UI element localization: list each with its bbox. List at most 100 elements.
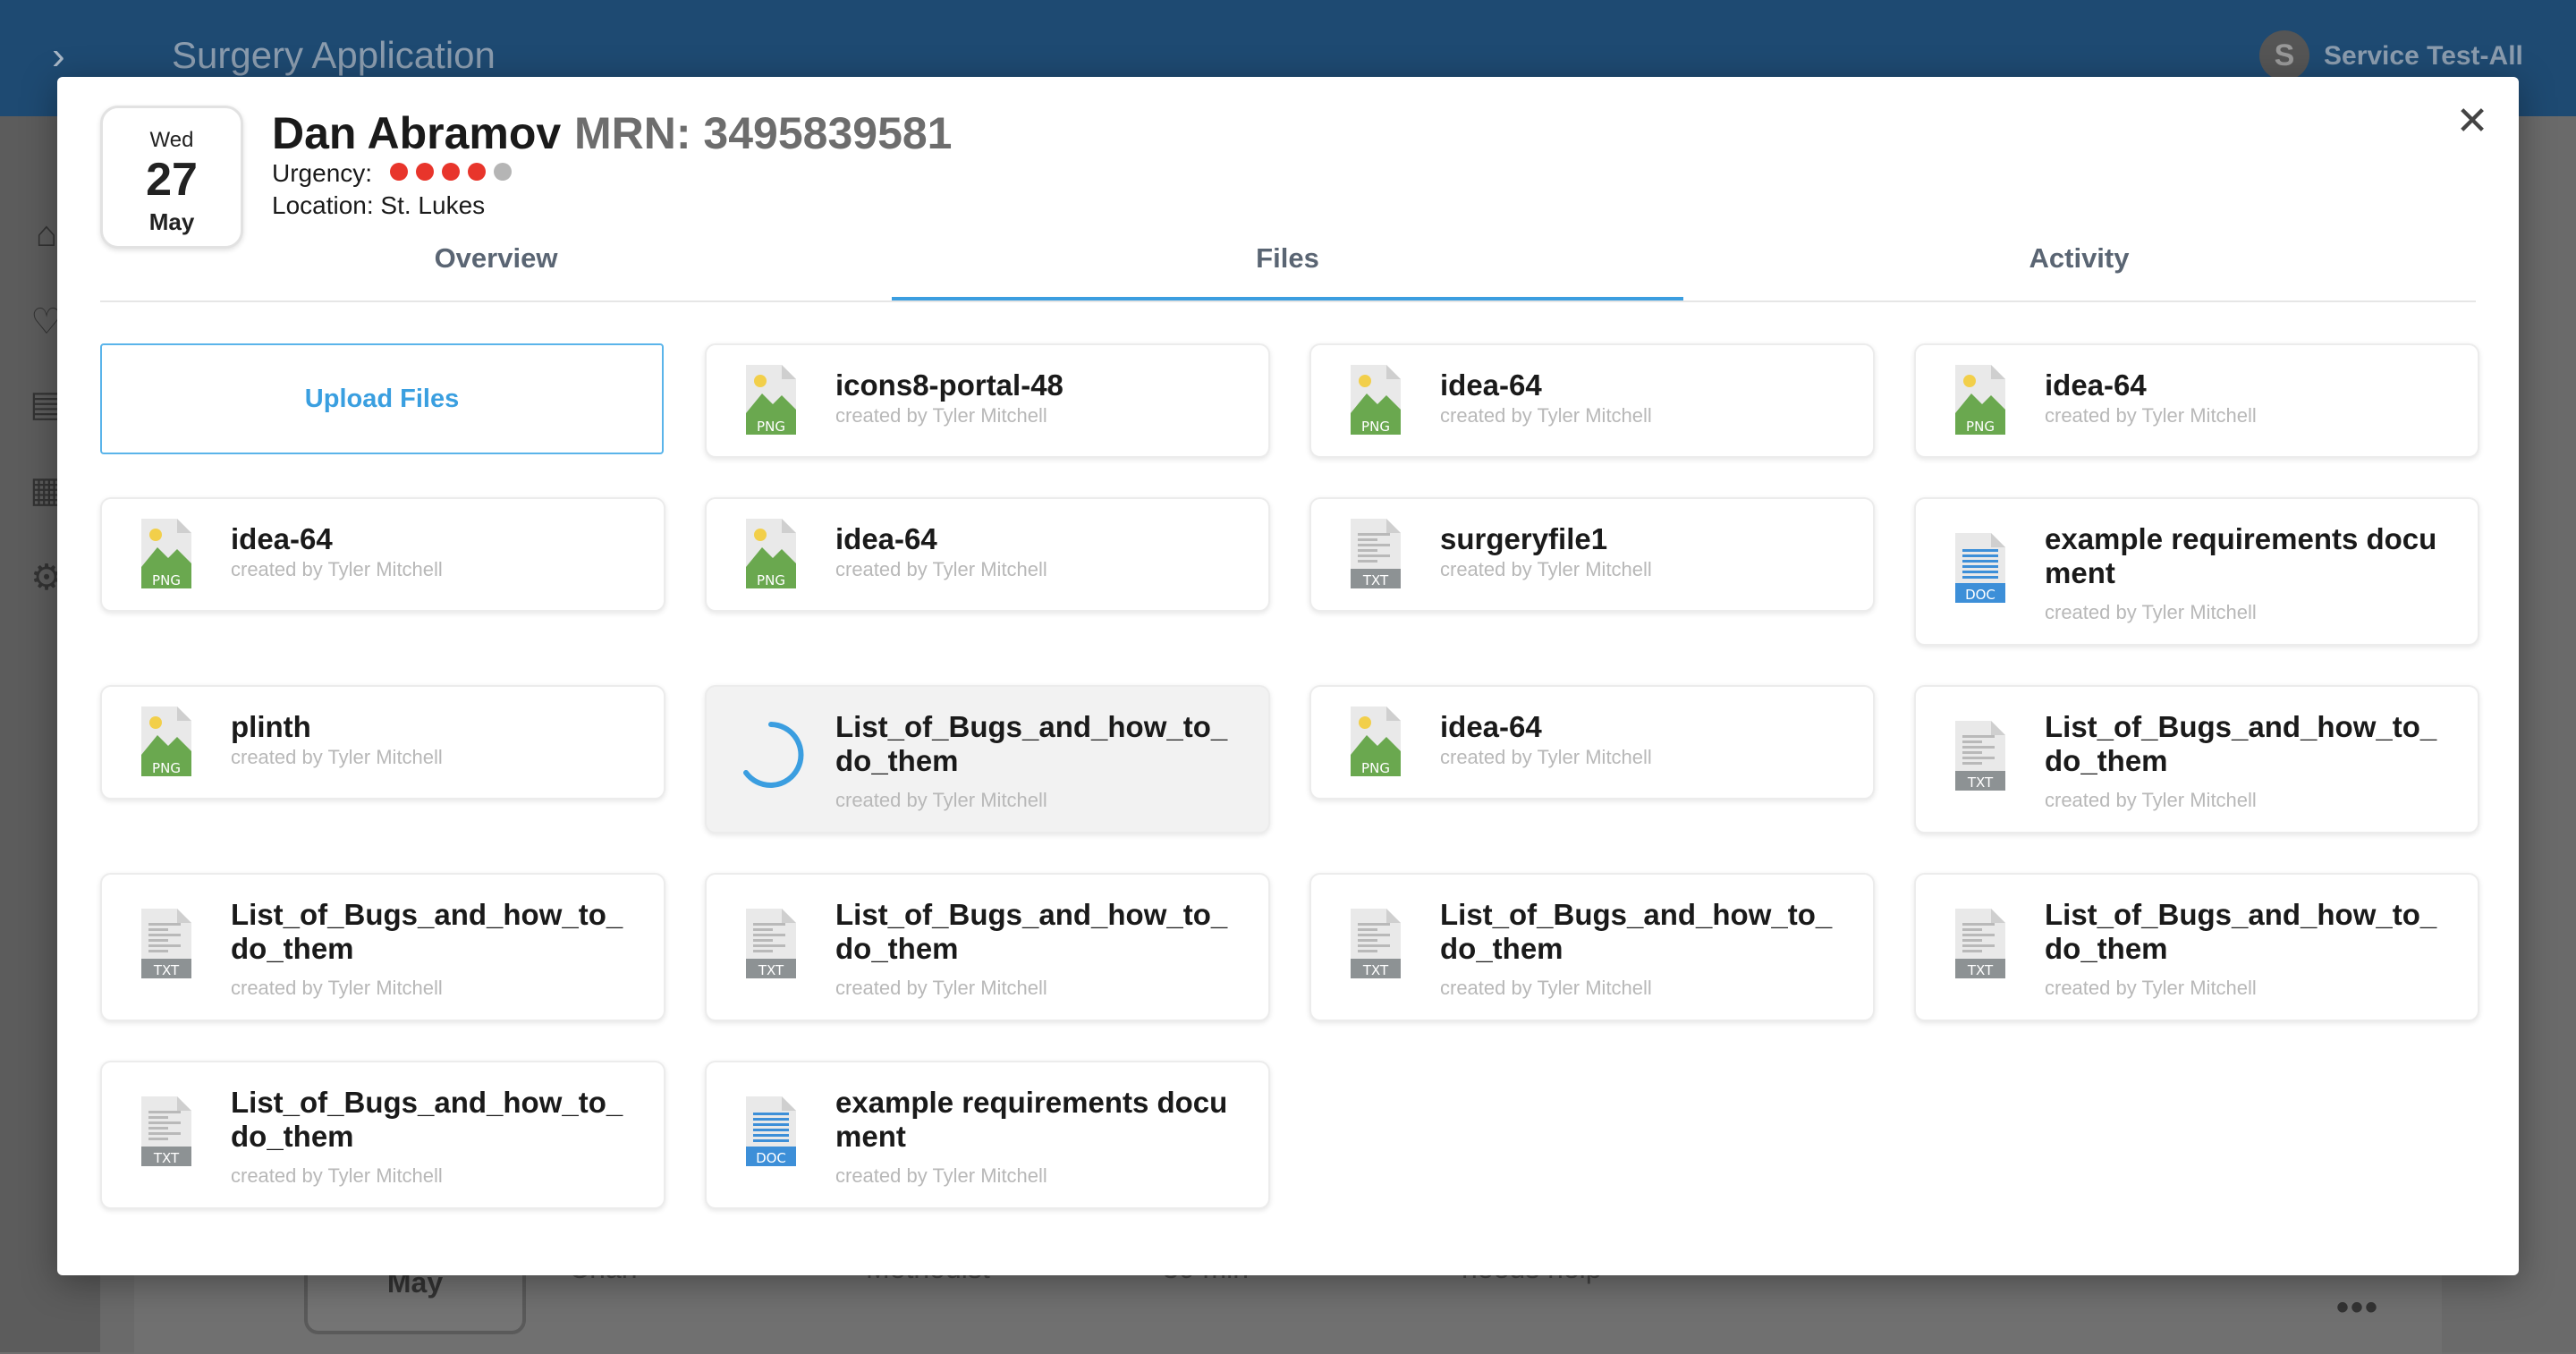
svg-text:TXT: TXT xyxy=(1967,962,1994,978)
file-creator: created by Tyler Mitchell xyxy=(231,558,443,580)
svg-text:PNG: PNG xyxy=(1361,760,1390,776)
svg-text:PNG: PNG xyxy=(757,572,785,588)
file-card[interactable]: PNG idea-64 created by Tyler Mitchell xyxy=(1914,343,2479,458)
svg-text:PNG: PNG xyxy=(152,572,181,588)
txt-file-icon: TXT xyxy=(138,907,195,978)
file-name: surgeryfile1 xyxy=(1440,522,1608,555)
app-title: Surgery Application xyxy=(172,34,496,76)
svg-text:TXT: TXT xyxy=(1967,774,1994,791)
file-name: idea-64 xyxy=(1440,710,1542,743)
urgency-indicator xyxy=(390,163,520,185)
svg-text:TXT: TXT xyxy=(153,1150,180,1166)
patient-name: Dan Abramov xyxy=(272,108,562,158)
loading-spinner-icon xyxy=(735,719,807,791)
surgery-detail-modal: Wed 27 May Dan Abramov MRN: 3495839581 U… xyxy=(57,77,2519,1275)
svg-text:TXT: TXT xyxy=(758,962,784,978)
file-creator: created by Tyler Mitchell xyxy=(231,1164,443,1187)
png-file-icon: PNG xyxy=(1952,363,2009,435)
svg-text:TXT: TXT xyxy=(1362,572,1389,588)
svg-text:DOC: DOC xyxy=(1965,587,1996,603)
file-name: List_of_Bugs_and_how_to_do_them xyxy=(835,710,1228,777)
svg-text:PNG: PNG xyxy=(757,419,785,435)
tab-files[interactable]: Files xyxy=(892,225,1683,300)
urgency-dot-empty xyxy=(494,163,512,181)
svg-text:TXT: TXT xyxy=(153,962,180,978)
file-card[interactable]: DOC example requirements document created … xyxy=(705,1061,1270,1209)
file-creator: created by Tyler Mitchell xyxy=(835,558,1047,580)
file-card[interactable]: DOC example requirements document created … xyxy=(1914,497,2479,646)
user-avatar[interactable]: S xyxy=(2259,30,2309,80)
png-file-icon: PNG xyxy=(1347,363,1404,435)
file-creator: created by Tyler Mitchell xyxy=(835,789,1047,811)
doc-file-icon: DOC xyxy=(1952,531,2009,603)
file-creator: created by Tyler Mitchell xyxy=(2045,601,2257,623)
svg-text:PNG: PNG xyxy=(1361,419,1390,435)
file-name: plinth xyxy=(231,710,311,743)
file-card[interactable]: TXT List_of_Bugs_and_how_to_do_them create… xyxy=(1309,873,1875,1021)
upload-files-button[interactable]: Upload Files xyxy=(100,343,664,454)
svg-text:DOC: DOC xyxy=(756,1150,786,1166)
file-name: idea-64 xyxy=(835,522,937,555)
patient-mrn: MRN: 3495839581 xyxy=(574,108,953,158)
file-name: List_of_Bugs_and_how_to_do_them xyxy=(231,898,623,965)
txt-file-icon: TXT xyxy=(1952,719,2009,791)
file-creator: created by Tyler Mitchell xyxy=(1440,558,1652,580)
file-creator: created by Tyler Mitchell xyxy=(231,746,443,768)
urgency-dot-filled xyxy=(442,163,460,181)
png-file-icon: PNG xyxy=(742,517,800,588)
png-file-icon: PNG xyxy=(138,517,195,588)
txt-file-icon: TXT xyxy=(742,907,800,978)
file-card[interactable]: PNG idea-64 created by Tyler Mitchell xyxy=(1309,343,1875,458)
file-name: List_of_Bugs_and_how_to_do_them xyxy=(2045,710,2437,777)
user-name[interactable]: Service Test-All xyxy=(2324,41,2523,72)
urgency-dot-filled xyxy=(390,163,408,181)
file-creator: created by Tyler Mitchell xyxy=(1440,404,1652,427)
txt-file-icon: TXT xyxy=(1347,907,1404,978)
file-card[interactable]: TXT List_of_Bugs_and_how_to_do_them create… xyxy=(705,873,1270,1021)
file-creator: created by Tyler Mitchell xyxy=(835,404,1047,427)
urgency-dot-filled xyxy=(416,163,434,181)
patient-location: Location: St. Lukes xyxy=(272,191,486,219)
file-name: List_of_Bugs_and_how_to_do_them xyxy=(2045,898,2437,965)
file-card[interactable]: PNG idea-64 created by Tyler Mitchell xyxy=(705,497,1270,612)
txt-file-icon: TXT xyxy=(1952,907,2009,978)
svg-text:TXT: TXT xyxy=(1362,962,1389,978)
tab-activity[interactable]: Activity xyxy=(1683,225,2475,299)
file-card[interactable]: PNG idea-64 created by Tyler Mitchell xyxy=(100,497,665,612)
urgency-label: Urgency: xyxy=(272,159,373,187)
file-card[interactable]: TXT List_of_Bugs_and_how_to_do_themcreate… xyxy=(1914,873,2479,1021)
file-card[interactable]: PNG idea-64 created by Tyler Mitchell xyxy=(1309,685,1875,800)
file-card[interactable]: TXT List_of_Bugs_and_how_to_do_themcreate… xyxy=(1914,685,2479,834)
file-card[interactable]: PNG plinth created by Tyler Mitchell xyxy=(100,685,665,800)
file-card[interactable]: List_of_Bugs_and_how_to_do_themcreated b… xyxy=(705,685,1270,834)
file-name: List_of_Bugs_and_how_to_do_them xyxy=(835,898,1228,965)
svg-text:PNG: PNG xyxy=(152,760,181,776)
files-grid: Upload Files PNG icons8-portal-48 created … xyxy=(100,343,2479,1247)
date-weekday: Wed xyxy=(149,128,194,152)
file-name: List_of_Bugs_and_how_to_do_them xyxy=(231,1086,623,1153)
txt-file-icon: TXT xyxy=(1347,517,1404,588)
file-name: idea-64 xyxy=(2045,368,2147,402)
file-creator: created by Tyler Mitchell xyxy=(1440,977,1652,999)
file-card[interactable]: TXT List_of_Bugs_and_how_to_do_themcreate… xyxy=(100,873,665,1021)
close-icon[interactable]: ✕ xyxy=(2454,102,2490,141)
date-day: 27 xyxy=(146,154,198,206)
file-creator: created by Tyler Mitchell xyxy=(231,977,443,999)
file-creator: created by Tyler Mitchell xyxy=(835,1164,1047,1187)
svg-text:PNG: PNG xyxy=(1966,419,1995,435)
urgency-dot-filled xyxy=(468,163,486,181)
file-card[interactable]: TXT surgeryfile1 created by Tyler Mitchell xyxy=(1309,497,1875,612)
file-creator: created by Tyler Mitchell xyxy=(1440,746,1652,768)
file-card[interactable]: TXT List_of_Bugs_and_how_to_do_themcreate… xyxy=(100,1061,665,1209)
expand-sidebar-icon[interactable]: › xyxy=(52,34,65,79)
file-name: idea-64 xyxy=(231,522,333,555)
file-name: icons8-portal-48 xyxy=(835,368,1063,402)
doc-file-icon: DOC xyxy=(742,1095,800,1166)
file-card[interactable]: PNG icons8-portal-48 created by Tyler Mitc… xyxy=(705,343,1270,458)
file-creator: created by Tyler Mitchell xyxy=(2045,977,2257,999)
more-options-icon[interactable]: ••• xyxy=(2336,1288,2379,1328)
png-file-icon: PNG xyxy=(742,363,800,435)
png-file-icon: PNG xyxy=(1347,705,1404,776)
file-creator: created by Tyler Mitchell xyxy=(2045,789,2257,811)
tab-overview[interactable]: Overview xyxy=(100,225,892,299)
